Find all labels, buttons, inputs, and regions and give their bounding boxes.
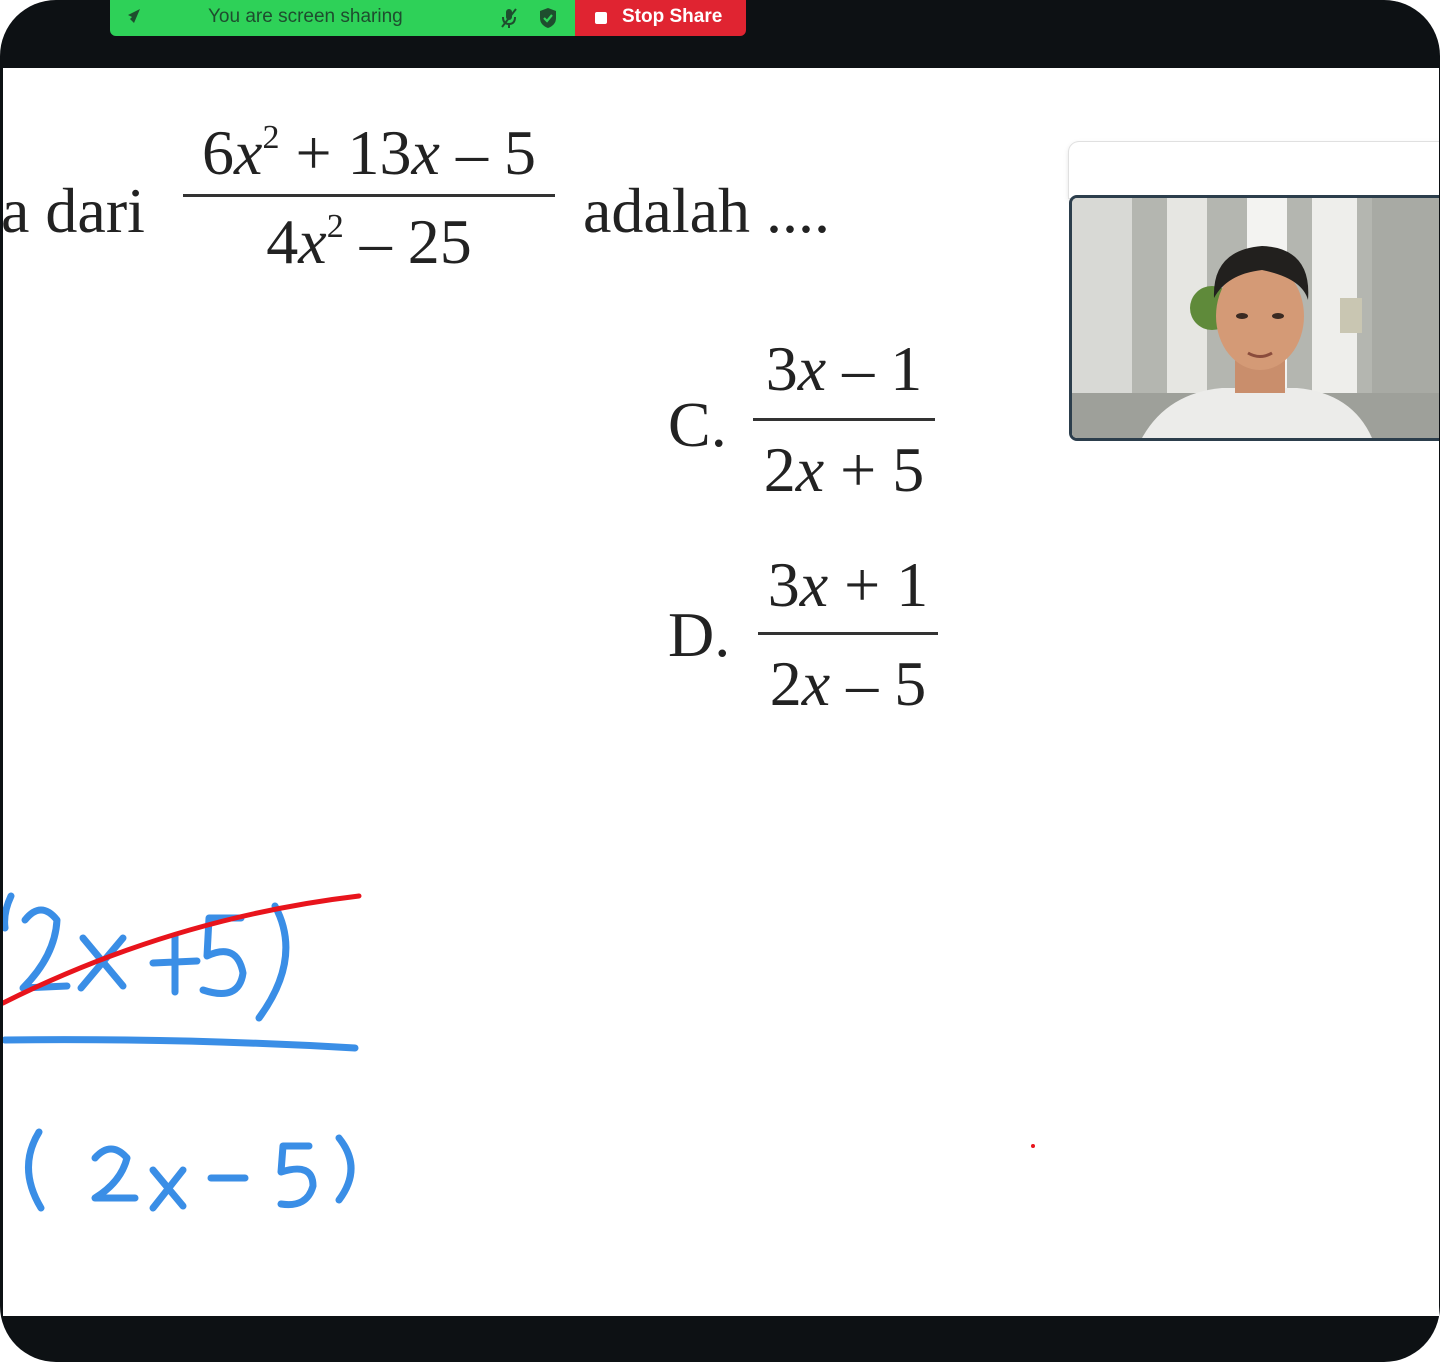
- ink-open-paren: [25, 1128, 45, 1212]
- ink-dot: [1031, 1144, 1035, 1148]
- ink-x: [149, 1166, 187, 1212]
- ink-fraction-line: [3, 1036, 359, 1052]
- stop-share-button[interactable]: Stop Share: [575, 0, 746, 36]
- screen-share-bar: You are screen sharing Stop Share: [110, 0, 746, 36]
- ink-digit-2: [91, 1145, 139, 1202]
- ink-plus: [149, 932, 201, 996]
- ink-open-paren: [3, 892, 15, 932]
- annotation-layer: [3, 892, 1035, 1212]
- ink-digit-5: [277, 1142, 317, 1209]
- annotate-tool-icon[interactable]: [120, 5, 144, 29]
- share-status[interactable]: You are screen sharing: [110, 0, 575, 36]
- ink-digit-5: [199, 914, 247, 997]
- mic-muted-icon[interactable]: [498, 6, 520, 30]
- shield-check-icon[interactable]: [537, 6, 559, 30]
- device-frame: a dari 6x2 + 13x – 5 4x2 – 25 adalah ...…: [0, 0, 1440, 1362]
- share-status-text: You are screen sharing: [208, 6, 403, 27]
- ink-close-paren: [255, 902, 290, 1022]
- ink-close-paren: [335, 1134, 355, 1204]
- shared-screen: a dari 6x2 + 13x – 5 4x2 – 25 adalah ...…: [3, 68, 1439, 1316]
- stop-share-label: Stop Share: [622, 6, 723, 27]
- stop-icon: [595, 12, 607, 24]
